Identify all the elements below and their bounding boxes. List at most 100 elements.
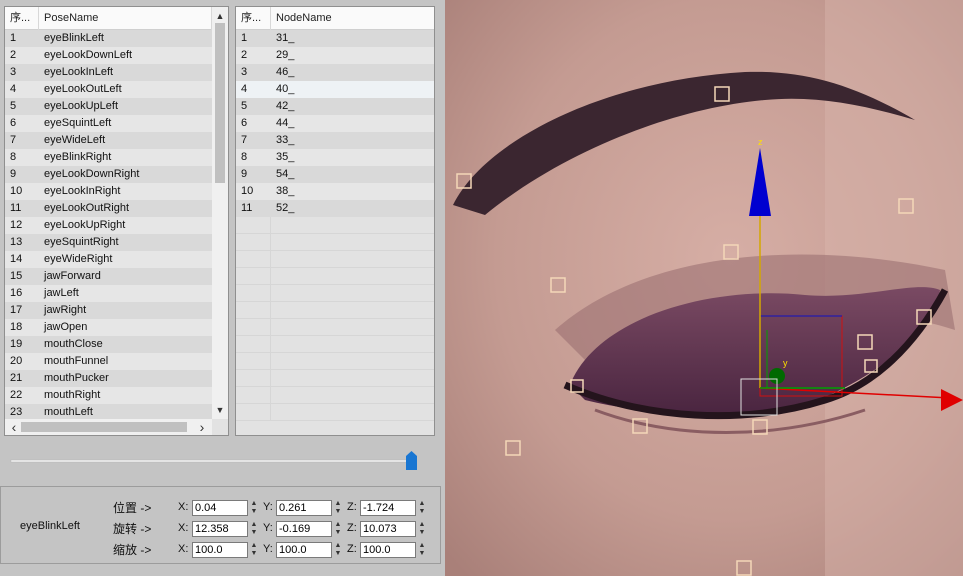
node-row[interactable]: 4 40_	[236, 81, 434, 98]
pose-list[interactable]: 序... PoseName 1 eyeBlinkLeft 2 eyeLookDownL…	[4, 6, 229, 436]
node-empty-row	[236, 370, 434, 387]
pose-row[interactable]: 2 eyeLookDownLeft	[5, 47, 212, 64]
rotation-z-field[interactable]	[360, 521, 416, 537]
scale-y-spinner[interactable]: ▲ ▼	[333, 542, 343, 558]
position-z-field[interactable]	[360, 500, 416, 516]
pose-weight-slider-track[interactable]	[10, 459, 414, 463]
viewport-render[interactable]: z y	[445, 0, 963, 576]
pose-row[interactable]: 21 mouthPucker	[5, 370, 212, 387]
spin-down-icon[interactable]: ▼	[333, 529, 343, 537]
pose-row[interactable]: 4 eyeLookOutLeft	[5, 81, 212, 98]
spin-down-icon[interactable]: ▼	[333, 508, 343, 516]
scale-x-field[interactable]	[192, 542, 248, 558]
scale-z-spinner[interactable]: ▲ ▼	[417, 542, 427, 558]
spin-up-icon[interactable]: ▲	[417, 500, 427, 508]
node-list[interactable]: 序... NodeName 1 31_ 2 29_ 3 46_ 4 40_ 5 42_ 6 44_ 7 3…	[235, 6, 435, 436]
pose-row[interactable]: 12 eyeLookUpRight	[5, 217, 212, 234]
pose-row[interactable]: 16 jawLeft	[5, 285, 212, 302]
pose-row[interactable]: 11 eyeLookOutRight	[5, 200, 212, 217]
pose-row[interactable]: 8 eyeBlinkRight	[5, 149, 212, 166]
pose-row-name: eyeLookUpRight	[44, 219, 126, 231]
position-y-field[interactable]	[276, 500, 332, 516]
position-y-spinner[interactable]: ▲ ▼	[333, 500, 343, 516]
pose-row[interactable]: 18 jawOpen	[5, 319, 212, 336]
rotation-x-spinner[interactable]: ▲ ▼	[249, 521, 259, 537]
scroll-right-icon[interactable]: ›	[195, 420, 209, 434]
pose-weight-slider-thumb[interactable]	[406, 451, 417, 470]
pose-hscrollbar[interactable]: ‹ ›	[5, 419, 212, 435]
node-row[interactable]: 9 54_	[236, 166, 434, 183]
pose-col-index-header[interactable]: 序...	[5, 7, 39, 30]
spin-up-icon[interactable]: ▲	[333, 521, 343, 529]
pose-vscrollbar[interactable]: ▲ ▼	[212, 7, 228, 419]
node-row[interactable]: 3 46_	[236, 64, 434, 81]
pose-row[interactable]: 7 eyeWideLeft	[5, 132, 212, 149]
spin-down-icon[interactable]: ▼	[249, 550, 259, 558]
spin-up-icon[interactable]: ▲	[249, 521, 259, 529]
node-row[interactable]: 5 42_	[236, 98, 434, 115]
pose-col-name-header[interactable]: PoseName	[39, 7, 212, 30]
pose-row[interactable]: 20 mouthFunnel	[5, 353, 212, 370]
spin-down-icon[interactable]: ▼	[333, 550, 343, 558]
spin-down-icon[interactable]: ▼	[249, 508, 259, 516]
3d-viewport[interactable]: z y	[445, 0, 963, 576]
spin-down-icon[interactable]: ▼	[417, 529, 427, 537]
node-col-name-header[interactable]: NodeName	[271, 7, 434, 30]
pose-row[interactable]: 17 jawRight	[5, 302, 212, 319]
scale-x-axis-label: X:	[178, 543, 189, 555]
pose-row[interactable]: 13 eyeSquintRight	[5, 234, 212, 251]
node-row[interactable]: 10 38_	[236, 183, 434, 200]
rotation-y-field[interactable]	[276, 521, 332, 537]
pose-hscroll-thumb[interactable]	[21, 422, 187, 432]
pose-row[interactable]: 9 eyeLookDownRight	[5, 166, 212, 183]
scroll-up-icon[interactable]: ▲	[213, 10, 227, 22]
rotation-y-spinner[interactable]: ▲ ▼	[333, 521, 343, 537]
pose-row[interactable]: 6 eyeSquintLeft	[5, 115, 212, 132]
scroll-left-icon[interactable]: ‹	[7, 420, 21, 434]
node-row[interactable]: 11 52_	[236, 200, 434, 217]
rotation-z-spinner[interactable]: ▲ ▼	[417, 521, 427, 537]
pose-row[interactable]: 10 eyeLookInRight	[5, 183, 212, 200]
pose-row-index: 21	[10, 372, 23, 384]
position-z-spinner[interactable]: ▲ ▼	[417, 500, 427, 516]
scroll-down-icon[interactable]: ▼	[213, 404, 227, 416]
node-row[interactable]: 1 31_	[236, 30, 434, 47]
spin-up-icon[interactable]: ▲	[249, 542, 259, 550]
pose-row[interactable]: 5 eyeLookUpLeft	[5, 98, 212, 115]
scale-x-spinner[interactable]: ▲ ▼	[249, 542, 259, 558]
node-row-index: 4	[241, 83, 248, 95]
position-x-spinner[interactable]: ▲ ▼	[249, 500, 259, 516]
pose-row-name: eyeBlinkLeft	[44, 32, 104, 44]
spin-up-icon[interactable]: ▲	[417, 542, 427, 550]
node-row[interactable]: 2 29_	[236, 47, 434, 64]
pose-row[interactable]: 19 mouthClose	[5, 336, 212, 353]
scale-y-field[interactable]	[276, 542, 332, 558]
spin-down-icon[interactable]: ▼	[417, 550, 427, 558]
node-row[interactable]: 6 44_	[236, 115, 434, 132]
position-x-field[interactable]	[192, 500, 248, 516]
pose-row-name: eyeLookInLeft	[44, 66, 114, 78]
spin-down-icon[interactable]: ▼	[417, 508, 427, 516]
node-empty-cell	[236, 268, 271, 284]
spin-down-icon[interactable]: ▼	[249, 529, 259, 537]
rotation-x-field[interactable]	[192, 521, 248, 537]
node-row-index: 8	[241, 151, 248, 163]
scale-z-field[interactable]	[360, 542, 416, 558]
pose-row-index: 9	[10, 168, 17, 180]
node-empty-cell	[236, 234, 271, 250]
pose-rows: 1 eyeBlinkLeft 2 eyeLookDownLeft 3 eyeLookInL…	[5, 30, 212, 421]
node-row[interactable]: 8 35_	[236, 149, 434, 166]
spin-up-icon[interactable]: ▲	[417, 521, 427, 529]
spin-up-icon[interactable]: ▲	[249, 500, 259, 508]
pose-row-name: mouthFunnel	[44, 355, 109, 367]
pose-row[interactable]: 14 eyeWideRight	[5, 251, 212, 268]
pose-row[interactable]: 22 mouthRight	[5, 387, 212, 404]
pose-row[interactable]: 15 jawForward	[5, 268, 212, 285]
node-col-index-header[interactable]: 序...	[236, 7, 271, 30]
node-row[interactable]: 7 33_	[236, 132, 434, 149]
pose-vscroll-thumb[interactable]	[215, 23, 225, 183]
pose-row[interactable]: 1 eyeBlinkLeft	[5, 30, 212, 47]
spin-up-icon[interactable]: ▲	[333, 500, 343, 508]
spin-up-icon[interactable]: ▲	[333, 542, 343, 550]
pose-row[interactable]: 3 eyeLookInLeft	[5, 64, 212, 81]
